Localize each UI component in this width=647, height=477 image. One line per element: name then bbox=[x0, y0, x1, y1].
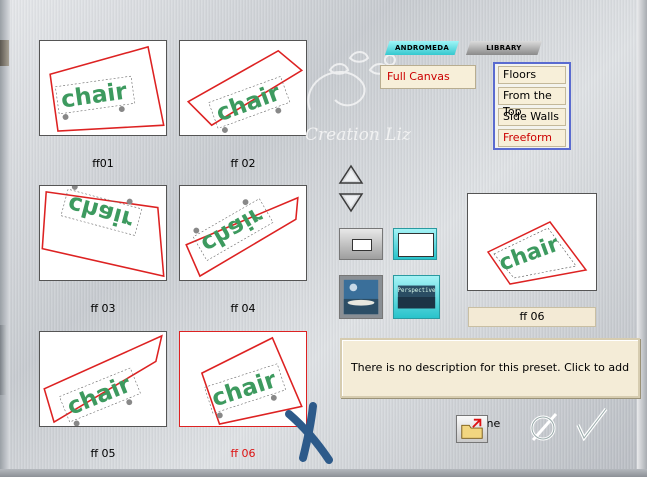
folder-export-icon[interactable] bbox=[456, 415, 488, 443]
preview-image: chair bbox=[467, 193, 597, 291]
full-frame-button[interactable] bbox=[393, 228, 437, 260]
thumbnail-label: ff 05 bbox=[90, 447, 116, 460]
window-left-edge bbox=[0, 0, 10, 477]
window-bottom-edge bbox=[0, 469, 647, 477]
image-preview-button[interactable] bbox=[339, 275, 383, 319]
hand-drawn-x-mark bbox=[285, 402, 333, 464]
up-arrow-icon[interactable] bbox=[338, 164, 364, 186]
preset-thumbnail[interactable]: chair bbox=[39, 40, 167, 136]
small-frame-button[interactable] bbox=[339, 228, 383, 260]
background-image-fragment bbox=[0, 325, 7, 395]
background-image-fragment bbox=[0, 40, 9, 66]
tab-library[interactable]: LIBRARY bbox=[466, 41, 542, 55]
thumbnail-image: chair bbox=[185, 196, 299, 278]
window-right-edge bbox=[637, 0, 647, 477]
tab-andromeda[interactable]: ANDROMEDA bbox=[385, 41, 459, 55]
menu-item-side-walls[interactable]: Side Walls bbox=[498, 108, 566, 126]
category-field[interactable]: Full Canvas bbox=[380, 65, 476, 89]
thumbnail-image: chair bbox=[186, 49, 304, 133]
menu-item-floors[interactable]: Floors bbox=[498, 66, 566, 84]
thumbnail-label: ff01 bbox=[92, 157, 114, 170]
cancel-icon[interactable] bbox=[526, 408, 562, 444]
checkmark-icon[interactable] bbox=[574, 405, 610, 441]
perspective-preview-button[interactable]: Perspective bbox=[393, 275, 440, 319]
down-arrow-icon[interactable] bbox=[338, 191, 364, 213]
watermark-logo: Creation Liz bbox=[305, 51, 412, 145]
preset-thumbnail[interactable]: chair bbox=[179, 40, 307, 136]
preset-description[interactable]: There is no description for this preset.… bbox=[340, 338, 640, 430]
preset-thumbnail[interactable]: chair bbox=[179, 185, 307, 281]
menu-item-from-the-top[interactable]: From the Top bbox=[498, 87, 566, 118]
thumbnail-label: ff 03 bbox=[90, 302, 116, 315]
thumbnail-image: chair bbox=[41, 186, 165, 278]
thumbnail-image: chair bbox=[49, 45, 165, 132]
thumbnail-image: chair bbox=[43, 334, 163, 426]
thumbnail-label: ff 02 bbox=[230, 157, 256, 170]
subcategory-list: Floors From the Top Side Walls Freeform bbox=[493, 62, 571, 150]
menu-item-freeform[interactable]: Freeform bbox=[498, 129, 566, 147]
preset-thumbnail[interactable]: chair bbox=[39, 185, 167, 281]
perspective-icon-text: Perspective bbox=[398, 288, 436, 294]
thumbnail-label: ff 04 bbox=[230, 302, 256, 315]
preview-label: ff 06 bbox=[468, 307, 596, 327]
preset-thumbnail[interactable]: chair bbox=[39, 331, 167, 427]
watermark-text: Creation Liz bbox=[305, 125, 412, 145]
